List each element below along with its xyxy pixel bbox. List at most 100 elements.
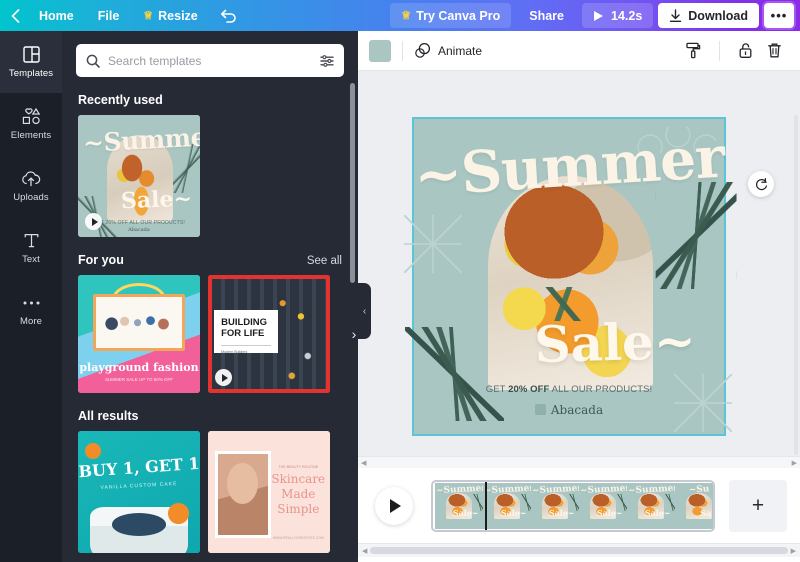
playhead-line — [485, 482, 487, 530]
template-card-skincare-made-simple[interactable]: THE BEAUTY ROUTINE Skincare Made Simple … — [208, 431, 330, 553]
canvas-toolbar: Animate — [358, 31, 800, 71]
animate-label: Animate — [438, 44, 482, 58]
search-box[interactable] — [76, 44, 344, 77]
template-card-summer-sale[interactable]: ~Summer Sale~ GET 20% OFF ALL OUR PRODUC… — [78, 115, 200, 237]
frame-word-summer: ~Summer — [484, 484, 531, 496]
preview-duration-button[interactable]: 14.2s — [582, 3, 653, 28]
scroll-right-arrow-icon[interactable]: ▶ — [792, 459, 797, 467]
canvas-vertical-scrollbar[interactable] — [794, 115, 798, 455]
design-offer-text[interactable]: GET 20% OFF ALL OUR PRODUCTS! — [414, 384, 724, 395]
sidebar-item-uploads[interactable]: Uploads — [0, 155, 62, 217]
home-label: Home — [39, 9, 74, 23]
template-word-summer: ~Summer — [82, 123, 196, 158]
rotate-add-icon[interactable] — [748, 171, 774, 197]
brand-logo-icon — [535, 404, 546, 415]
sidebar-item-text[interactable]: Text — [0, 217, 62, 279]
panel-collapse-button[interactable]: ‹ — [358, 283, 371, 339]
section-header-for-you: For you See all — [62, 237, 358, 275]
scroll-left-arrow-icon[interactable]: ◀ — [361, 459, 366, 467]
sidebar-item-templates[interactable]: Templates — [0, 31, 62, 93]
toolbar-divider — [402, 41, 403, 61]
frame-word-sale: Sale~ — [499, 508, 528, 518]
design-brand[interactable]: Abacada — [414, 403, 724, 417]
text-t-icon — [23, 231, 40, 250]
brand-label: Abacada — [551, 403, 603, 417]
color-swatch-button[interactable] — [369, 40, 391, 62]
home-button[interactable]: Home — [29, 3, 84, 28]
sidebar-label-elements: Elements — [11, 130, 51, 141]
timeline-frame[interactable]: ~Summer Sale~ — [483, 483, 531, 529]
back-chevron-icon[interactable] — [0, 9, 27, 23]
template-card-building-for-life[interactable]: BUILDING FOR LIFE Modern Builders — [208, 275, 330, 393]
ellipsis-icon — [22, 293, 41, 312]
undo-arrow-icon[interactable] — [210, 8, 247, 23]
scroll-right-arrow-icon[interactable]: ▶ — [791, 547, 796, 555]
scrollbar-thumb[interactable] — [370, 547, 787, 554]
design-canvas[interactable]: ~Summer Sale~ GET 20% OFF ALL OUR PRODUC… — [414, 119, 724, 434]
file-label: File — [98, 9, 120, 23]
add-page-button[interactable]: + — [729, 480, 787, 532]
section-header-recently-used: Recently used — [62, 77, 358, 115]
badge-dot — [85, 443, 101, 459]
template-headline: BUILDING FOR LIFE — [221, 318, 270, 340]
animate-button[interactable]: Animate — [414, 38, 482, 64]
shapes-icon — [22, 107, 41, 126]
toolbar-divider — [719, 41, 720, 61]
play-icon[interactable] — [85, 213, 102, 230]
duration-label: 14.2s — [611, 9, 642, 23]
animate-circles-icon — [414, 42, 431, 59]
horizontal-scrollbar[interactable]: ◀ ▶ — [358, 543, 800, 557]
frame-word-summer: ~Summer — [436, 484, 483, 496]
search-input[interactable] — [108, 54, 312, 68]
frame-word-summer: ~Summer — [580, 484, 627, 496]
template-card-playground-fashion[interactable]: playground fashion SUMMER SALE UP TO 50%… — [78, 275, 200, 393]
frame-word-sale: Sale~ — [595, 508, 624, 518]
cloud-upload-icon — [21, 169, 41, 188]
filter-sliders-icon[interactable] — [320, 54, 334, 68]
page-filmstrip[interactable]: ~Summer Sale~ ~Summer Sale~ ~Summer Sale… — [431, 480, 715, 532]
timeline-frame[interactable]: ~Summer Sale~ — [579, 483, 627, 529]
top-bar: Home File ♕ Resize ♕ Try Canva Pro Share — [0, 0, 800, 31]
plus-icon: + — [752, 494, 764, 518]
play-button[interactable] — [375, 487, 413, 525]
template-card-buy-one-get-one[interactable]: BUY 1, GET 1 VANILLA CUSTOM CAKE — [78, 431, 200, 553]
frame-word-sale: Sale~ — [451, 508, 480, 518]
sparkle-decoration — [404, 215, 462, 273]
timeline-top-scrollbar[interactable]: ◀ ▶ — [358, 456, 800, 468]
section-header-all-results: All results — [62, 393, 358, 431]
resize-button[interactable]: ♕ Resize — [133, 3, 207, 28]
trash-icon[interactable] — [760, 42, 789, 59]
file-menu-button[interactable]: File — [88, 3, 130, 28]
timeline-frame[interactable]: ~Summer Sale~ — [627, 483, 675, 529]
more-options-button[interactable]: ••• — [764, 3, 794, 28]
chevron-right-icon[interactable]: › — [344, 324, 358, 344]
kids-photo — [103, 305, 176, 339]
panel-scrollbar[interactable] — [350, 83, 355, 283]
share-button[interactable]: Share — [516, 3, 577, 28]
lock-open-icon[interactable] — [731, 42, 760, 59]
crown-icon: ♕ — [143, 9, 153, 22]
download-button[interactable]: Download — [658, 3, 759, 28]
badge-dot — [168, 503, 189, 524]
sidebar-label-more: More — [20, 316, 42, 327]
photo-frame — [93, 294, 186, 351]
sidebar-item-elements[interactable]: Elements — [0, 93, 62, 155]
template-caption: playground fashion — [78, 361, 200, 374]
offer-prefix: GET — [486, 384, 508, 395]
editor-area: Animate — [358, 31, 800, 562]
timeline-frame[interactable]: ~Summer Sale~ — [435, 483, 483, 529]
frame-word-sale: Sale~ — [547, 508, 576, 518]
canvas-area[interactable]: ~Summer Sale~ GET 20% OFF ALL OUR PRODUC… — [358, 71, 800, 456]
sidebar-item-more[interactable]: More — [0, 279, 62, 341]
templates-panel: Recently used ~Summer Sale~ GET 20% OFF … — [62, 31, 358, 562]
play-icon[interactable] — [215, 369, 232, 386]
try-canva-pro-button[interactable]: ♕ Try Canva Pro — [390, 3, 511, 28]
paint-roller-icon[interactable] — [678, 42, 708, 59]
design-word-sale[interactable]: Sale~ — [519, 315, 712, 370]
scroll-left-arrow-icon[interactable]: ◀ — [362, 547, 367, 555]
see-all-link[interactable]: See all — [307, 255, 342, 267]
timeline-frame[interactable]: ~Summer Sale~ — [531, 483, 579, 529]
search-icon — [86, 54, 100, 68]
model-photo — [215, 451, 271, 539]
timeline-frame[interactable]: ~Su Sa — [675, 483, 715, 529]
